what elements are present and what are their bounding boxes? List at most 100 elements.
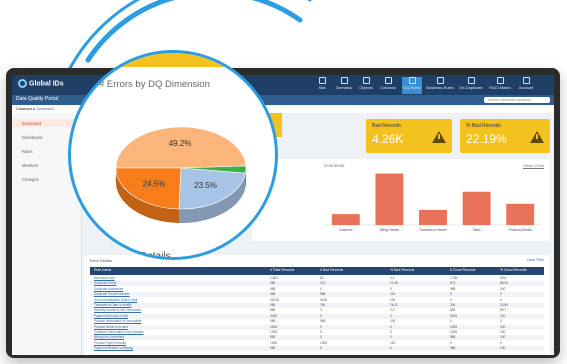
column-header[interactable]: # Total Records bbox=[270, 268, 294, 272]
column-header[interactable]: # Bad Records bbox=[320, 268, 343, 272]
nav-de-duplicate[interactable]: De-Duplicate bbox=[458, 77, 484, 94]
logo-icon bbox=[18, 79, 27, 88]
nav-dq-rules[interactable]: DQ Rules bbox=[402, 77, 422, 94]
x-tick-label: Sales bbox=[473, 228, 481, 232]
nav-label: DQ Rules bbox=[403, 85, 421, 90]
table-cell: 23.89 bbox=[500, 303, 508, 307]
table-cell: 986 bbox=[450, 346, 456, 351]
x-tick-label: Transaction Header bbox=[419, 228, 448, 232]
table-cell: 4.4 bbox=[390, 276, 395, 280]
business-rules-icon bbox=[436, 77, 444, 84]
table-row[interactable]: Duplicate Email 986 113 11.46 873 88.54 bbox=[90, 281, 544, 287]
sidebar-item-rules[interactable]: Rules bbox=[22, 149, 33, 154]
rule-name-link[interactable]: Duplicate Addresses bbox=[94, 287, 123, 291]
table-cell: 100 bbox=[500, 324, 506, 329]
rule-name-link[interactable]: Duplicate Phone Number bbox=[94, 292, 130, 296]
table-row[interactable]: Payment Method is Missing 986 0 0 986 100 bbox=[90, 346, 544, 352]
table-cell: 76.11 bbox=[390, 303, 398, 307]
column-header[interactable]: # Good Records bbox=[450, 268, 476, 272]
table-row[interactable]: Duplicate Phone Number 988 988 100 0 0 bbox=[90, 292, 544, 298]
x-tick-label: Billing Details bbox=[380, 228, 400, 232]
rule-name-link[interactable]: Product Type is Invalid bbox=[94, 341, 126, 345]
table-cell: 0 bbox=[320, 330, 322, 334]
brand-name: Global IDs bbox=[29, 80, 64, 88]
nav-business-rules[interactable]: Business Rules bbox=[426, 77, 454, 94]
sidebar-item-changes[interactable]: Changes bbox=[22, 177, 39, 182]
table-cell: 780 bbox=[320, 303, 326, 307]
breadcrumb-root[interactable]: Database bbox=[16, 107, 32, 111]
column-header[interactable]: Rule Name bbox=[94, 268, 112, 272]
nav-domains[interactable]: Domains bbox=[334, 77, 354, 94]
nav-stat[interactable]: Stat bbox=[312, 77, 332, 94]
table-row[interactable]: Product Type is Invalid 1306 1306 100 0 0 bbox=[90, 341, 544, 346]
rule-name-link[interactable]: Has last is null bbox=[94, 276, 115, 280]
x-tick-label: Products Details bbox=[509, 228, 533, 232]
column-header[interactable]: % Good Records bbox=[500, 268, 527, 272]
table-row[interactable]: Duplicate Addresses 988 0 0 988 100 bbox=[90, 287, 544, 292]
table-cell: 3206 bbox=[270, 313, 278, 318]
table-cell: 206 bbox=[450, 303, 456, 307]
table-cell: 0 bbox=[450, 297, 452, 302]
nav-account[interactable]: Account bbox=[516, 77, 536, 94]
table-cell: 0 bbox=[320, 324, 322, 329]
table-cell: 1,780 bbox=[450, 276, 458, 280]
table-cell: 0 bbox=[390, 330, 392, 334]
rule-name-link[interactable]: Duplicate Email bbox=[94, 281, 116, 285]
pie-slice-label: 49.2% bbox=[169, 139, 192, 148]
sidebar-item-scorecard[interactable]: Scorecard bbox=[22, 121, 41, 126]
table-cell: 988 bbox=[270, 286, 276, 291]
table-row[interactable]: Transaction Date is Invalid 986 780 76.11 20… bbox=[90, 303, 544, 308]
column-header[interactable]: % Bad Records bbox=[390, 268, 414, 272]
table-cell: 95.6 bbox=[500, 276, 507, 280]
table-cell: 988 bbox=[270, 292, 276, 297]
rule-name-link[interactable]: Payment Amount is Null bbox=[94, 314, 128, 318]
table-row[interactable]: Billing Info Unverified 986 0 0 986 100 bbox=[90, 335, 544, 341]
rule-name-link[interactable]: Payment Method is Missing bbox=[94, 346, 133, 350]
table-cell: 1306 bbox=[320, 340, 328, 345]
table-row[interactable]: Customer Information Not Updated 1306 0 0 13… bbox=[90, 330, 544, 335]
table-row[interactable]: Product Name is Invalid 1306 0 0 1306 100 bbox=[90, 324, 544, 330]
table-row[interactable]: Account Activation Date is Null 34218 3418… bbox=[90, 298, 544, 303]
rule-name-link[interactable]: Customer Information Not Updated bbox=[94, 330, 143, 334]
table-cell: 3418 bbox=[320, 297, 328, 302]
error-details-panel: Error Details Clear Filter Rule Name # To… bbox=[84, 255, 550, 355]
x-tick-label: Customer bbox=[339, 228, 354, 232]
kpi-label: Bad Records bbox=[372, 123, 401, 129]
rule-name-link[interactable]: Account Activation Date is Null bbox=[94, 298, 137, 302]
sidebar-item-monitors[interactable]: Monitors bbox=[22, 163, 38, 168]
stat-icon bbox=[318, 77, 326, 84]
table-row[interactable]: Has last is null 1,862 82 4.4 1,780 95.6 bbox=[90, 276, 544, 281]
nav-label: Stat bbox=[318, 85, 326, 90]
rule-name-link[interactable]: Product Information is Incomplete bbox=[94, 319, 141, 323]
search-input[interactable]: Search metadata repository bbox=[484, 97, 550, 103]
table-row[interactable]: Monthly Invoice is Not Generated 986 3 0.3 9… bbox=[90, 308, 544, 313]
rule-name-link[interactable]: Transaction Date is Invalid bbox=[94, 303, 131, 307]
table-cell: 986 bbox=[270, 281, 276, 286]
table-cell: 113 bbox=[320, 281, 326, 286]
nav-raci-matrix[interactable]: RACI Matrix bbox=[488, 77, 512, 94]
nav-label: Domains bbox=[336, 85, 352, 90]
sidebar-item-dashboard[interactable]: Dashboard bbox=[22, 135, 43, 140]
table-cell: 986 bbox=[270, 303, 276, 307]
brand-logo[interactable]: Global IDs bbox=[18, 79, 64, 88]
nav-label: Account bbox=[518, 85, 534, 90]
nav-objects[interactable]: Objects bbox=[356, 77, 376, 94]
table-cell: 986 bbox=[270, 346, 276, 351]
table-row[interactable]: Product Information is Incomplete 986 986 1… bbox=[90, 319, 544, 324]
rule-name-link[interactable]: Billing Info Unverified bbox=[94, 335, 124, 339]
table-cell: 34218 bbox=[270, 297, 279, 302]
objects-icon bbox=[362, 77, 370, 84]
table-cell: 11.46 bbox=[390, 281, 398, 286]
rule-name-link[interactable]: Monthly Invoice is Not Generated bbox=[94, 308, 141, 312]
table-cell: 100 bbox=[500, 313, 506, 318]
table-row[interactable]: Payment Amount is Null 3206 0 0 3206 100 bbox=[90, 313, 544, 319]
clear-filter-link[interactable]: Clear Filter bbox=[527, 258, 544, 262]
table-cell: 0 bbox=[500, 340, 502, 345]
table-cell: 986 bbox=[270, 335, 276, 340]
nav-columns[interactable]: Columns bbox=[378, 77, 398, 94]
rule-name-link[interactable]: Product Name is Invalid bbox=[94, 325, 128, 329]
kpi-value: 22.19% bbox=[466, 132, 507, 146]
kpi-label: % Bad Records bbox=[466, 123, 501, 129]
de-duplicate-icon bbox=[467, 77, 475, 84]
nav-label: Columns bbox=[380, 85, 396, 90]
